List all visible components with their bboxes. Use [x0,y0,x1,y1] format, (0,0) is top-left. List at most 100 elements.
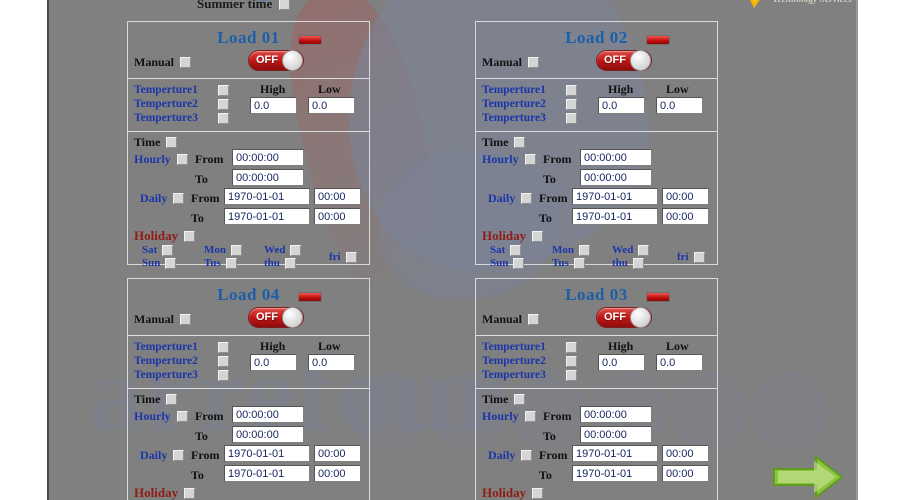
temp-high-input[interactable]: 0.0 [250,97,297,114]
temperature-list: Temperture1 Temperture2 Temperture3 [482,83,577,125]
manual-checkbox[interactable] [528,57,540,68]
daily-checkbox[interactable] [173,450,185,461]
day-tus-checkbox[interactable] [573,257,585,269]
temperature1-checkbox[interactable] [566,341,577,353]
temperature2-checkbox[interactable] [218,355,229,367]
temp-low-input[interactable]: 0.0 [656,97,703,114]
daily-from-date-input[interactable]: 1970-01-01 [224,445,310,462]
toggle-knob[interactable] [630,50,651,71]
status-led-icon [646,292,670,302]
temperature3-checkbox[interactable] [566,112,577,124]
daily-to-time-input[interactable]: 00:00 [314,208,361,225]
temperature2-checkbox[interactable] [218,98,229,110]
hourly-checkbox[interactable] [524,411,536,422]
manual-checkbox[interactable] [528,314,540,325]
time-checkbox[interactable] [166,137,178,148]
logo-text: Technology Services [773,0,852,4]
holiday-checkbox[interactable] [184,230,196,242]
temperature3-checkbox[interactable] [218,369,229,381]
summer-time-checkbox[interactable] [279,0,291,10]
hourly-from-input[interactable]: 00:00:00 [580,406,652,423]
day-mon-checkbox[interactable] [579,244,590,256]
daily-to-time-input[interactable]: 00:00 [662,208,709,225]
holiday-checkbox[interactable] [184,487,196,499]
power-toggle[interactable]: OFF [248,50,304,71]
toggle-knob[interactable] [282,307,303,328]
temperature-row: Temperture3 [482,111,577,125]
time-checkbox[interactable] [514,137,526,148]
daily-from-time-input[interactable]: 00:00 [662,445,709,462]
day-fri-checkbox[interactable] [345,251,357,263]
right-arrow-icon[interactable] [772,455,844,499]
daily-checkbox[interactable] [521,193,533,204]
day-thu-checkbox[interactable] [632,257,644,269]
day-sun-checkbox[interactable] [165,257,177,269]
day-wed-checkbox[interactable] [290,244,302,256]
daily-to-date-input[interactable]: 1970-01-01 [224,208,310,225]
toggle-knob[interactable] [282,50,303,71]
day-sun-checkbox[interactable] [513,257,525,269]
temperature3-checkbox[interactable] [218,112,229,124]
time-label: Time [134,392,161,406]
hourly-from-input[interactable]: 00:00:00 [232,406,304,423]
hourly-to-input[interactable]: 00:00:00 [232,426,304,443]
temperature1-checkbox[interactable] [566,84,577,96]
daily-from-time-input[interactable]: 00:00 [314,188,361,205]
daily-from-date-input[interactable]: 1970-01-01 [572,445,658,462]
hourly-to-input[interactable]: 00:00:00 [580,426,652,443]
day-wed-checkbox[interactable] [638,244,650,256]
daily-label: Daily [488,191,516,205]
day-tus-checkbox[interactable] [225,257,237,269]
day-fri-checkbox[interactable] [693,251,705,263]
hourly-checkbox[interactable] [176,411,188,422]
temp-low-input[interactable]: 0.0 [308,97,355,114]
daily-to-date-input[interactable]: 1970-01-01 [572,208,658,225]
hourly-to-input[interactable]: 00:00:00 [232,169,304,186]
manual-label: Manual [134,312,175,326]
power-toggle[interactable]: OFF [596,50,652,71]
temperature1-checkbox[interactable] [218,84,229,96]
hourly-checkbox[interactable] [524,154,536,165]
power-toggle[interactable]: OFF [248,307,304,328]
time-checkbox[interactable] [514,394,526,405]
daily-from-date-input[interactable]: 1970-01-01 [572,188,658,205]
temp-high-input[interactable]: 0.0 [250,354,297,371]
holiday-checkbox[interactable] [532,230,544,242]
hourly-to-input[interactable]: 00:00:00 [580,169,652,186]
daily-to-date-input[interactable]: 1970-01-01 [224,465,310,482]
daily-from-date-input[interactable]: 1970-01-01 [224,188,310,205]
temperature2-checkbox[interactable] [566,355,577,367]
temperature2-checkbox[interactable] [566,98,577,110]
temperature-section: Temperture1 Temperture2 Temperture3 High… [128,79,369,132]
temp-high-input[interactable]: 0.0 [598,354,645,371]
day-sat-checkbox[interactable] [162,244,174,256]
temp-low-input[interactable]: 0.0 [308,354,355,371]
power-toggle[interactable]: OFF [596,307,652,328]
daily-checkbox[interactable] [173,193,185,204]
hourly-checkbox[interactable] [176,154,188,165]
holiday-checkbox[interactable] [532,487,544,499]
toggle-knob[interactable] [630,307,651,328]
hourly-from-input[interactable]: 00:00:00 [232,149,304,166]
temp-high-input[interactable]: 0.0 [598,97,645,114]
time-control: Time [134,392,178,407]
day-thu-checkbox[interactable] [284,257,296,269]
daily-from-time-input[interactable]: 00:00 [662,188,709,205]
day-mon-checkbox[interactable] [231,244,242,256]
daily-checkbox[interactable] [521,450,533,461]
day-sat-checkbox[interactable] [510,244,522,256]
temperature1-checkbox[interactable] [218,341,229,353]
panel-header: Load 02 Manual OFF [476,22,717,79]
temperature-list: Temperture1 Temperture2 Temperture3 [134,340,229,382]
time-checkbox[interactable] [166,394,178,405]
daily-to-time-input[interactable]: 00:00 [662,465,709,482]
manual-checkbox[interactable] [180,57,192,68]
temp-low-input[interactable]: 0.0 [656,354,703,371]
temperature3-checkbox[interactable] [566,369,577,381]
daily-to-time-input[interactable]: 00:00 [314,465,361,482]
daily-to-date-input[interactable]: 1970-01-01 [572,465,658,482]
daily-from-time-input[interactable]: 00:00 [314,445,361,462]
manual-checkbox[interactable] [180,314,192,325]
day-mon: Mon [552,244,590,256]
hourly-from-input[interactable]: 00:00:00 [580,149,652,166]
